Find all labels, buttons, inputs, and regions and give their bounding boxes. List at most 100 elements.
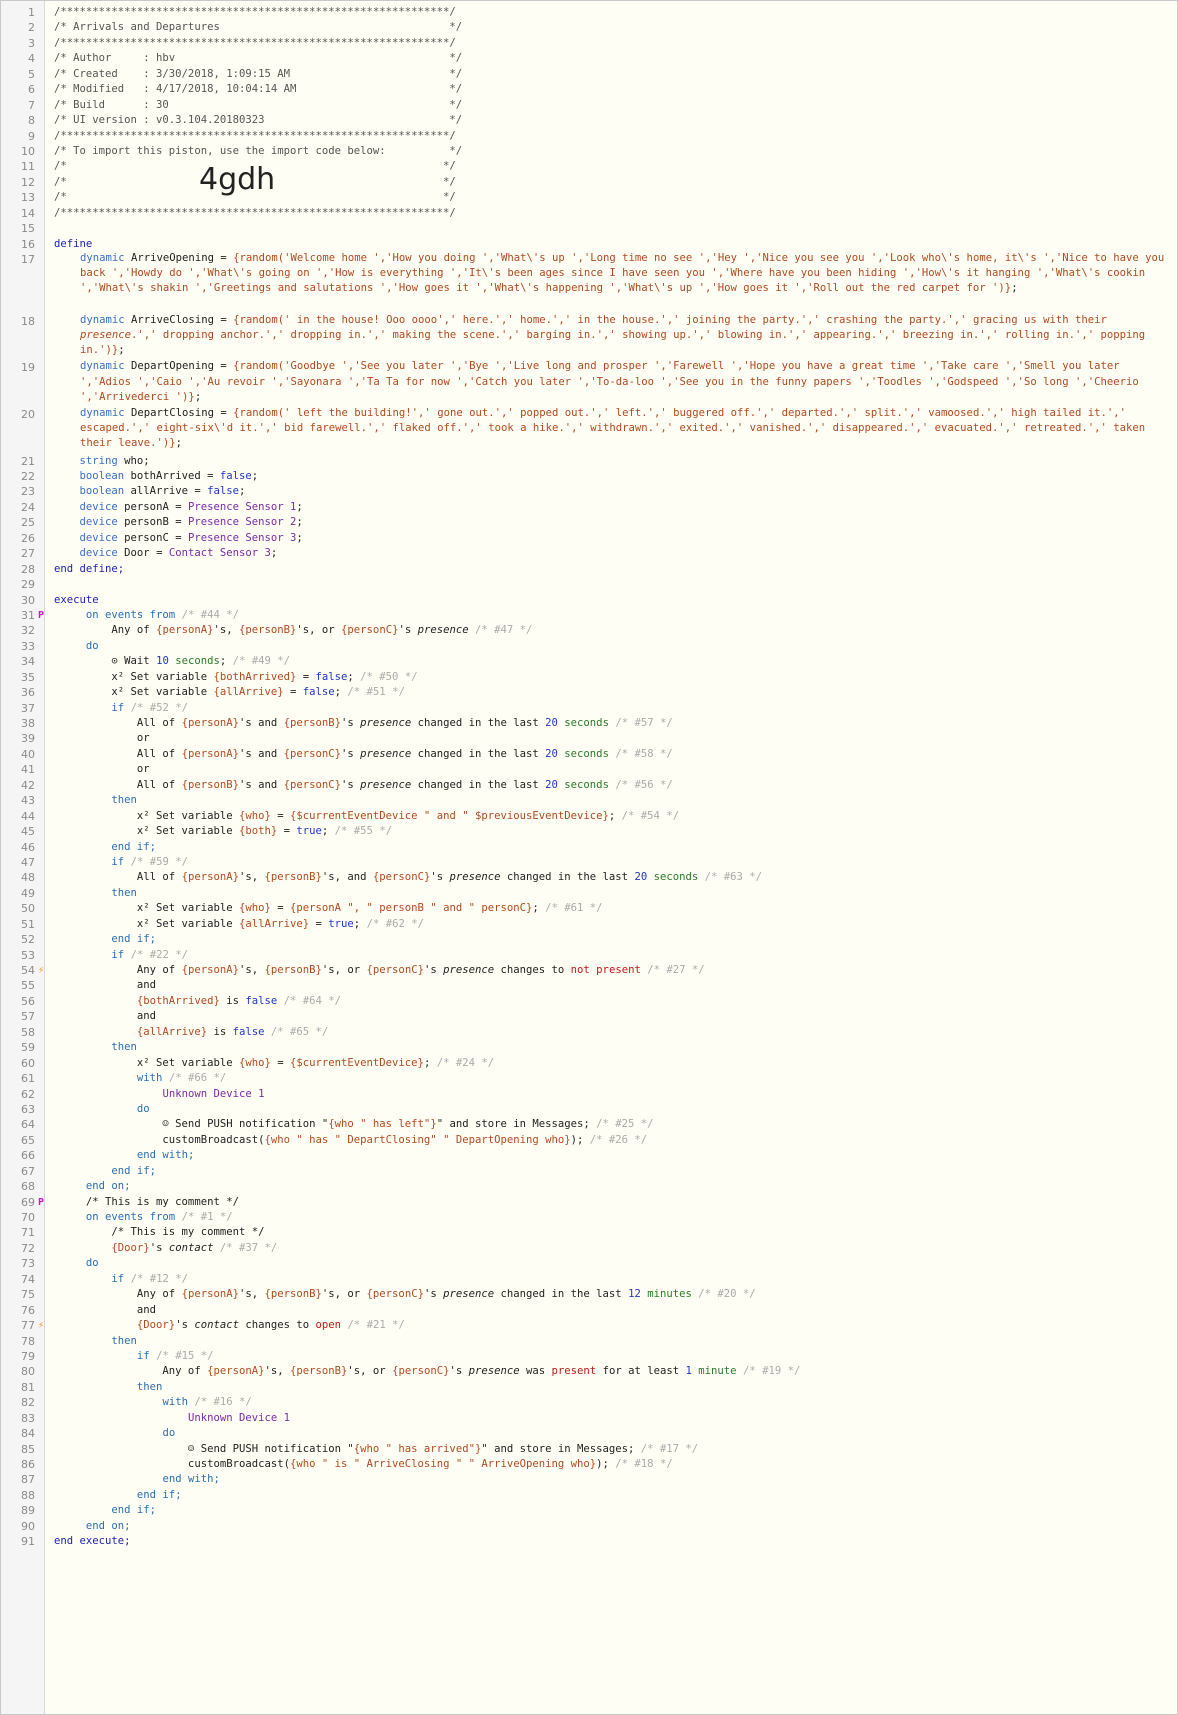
code-line: 66 end with; (1, 1147, 1177, 1162)
line-number: 76 (21, 1303, 35, 1317)
code-line: 23 boolean allArrive = false; (1, 483, 1177, 498)
code-text: end execute; (54, 1535, 131, 1548)
line-number: 47 (21, 855, 35, 869)
line-number: 69 (21, 1195, 35, 1209)
code-line: 77 ⚡ {Door}'s contact changes to open /* … (1, 1317, 1177, 1332)
code-text: do (85, 639, 99, 652)
code-text: All of {personB}'s and {personC}'s prese… (54, 778, 673, 791)
line-number: 11 (21, 160, 35, 174)
trigger-marker-icon: ⚡ (38, 965, 45, 977)
code-text: and (54, 1303, 157, 1316)
code-line: 71 /* This is my comment */ (1, 1224, 1177, 1239)
code-text: string who; (79, 454, 150, 467)
line-number: 10 (21, 144, 35, 158)
code-text: do (136, 1102, 150, 1115)
line-number: 43 (21, 794, 35, 808)
line-number: 77 (21, 1319, 35, 1333)
code-text: if /* #52 */ (111, 701, 188, 714)
code-text: /***************************************… (54, 206, 456, 219)
code-line: 40 All of {personA}'s and {personC}'s pr… (1, 746, 1177, 761)
code-line: 45 x² Set variable {both} = true; /* #55… (1, 823, 1177, 838)
line-number: 27 (21, 547, 35, 561)
code-text: end if; (136, 1488, 182, 1501)
code-text: and (54, 1010, 157, 1023)
code-text: on events from /* #44 */ (85, 608, 239, 621)
code-text: {Door}'s contact changes to open /* #21 … (136, 1319, 405, 1332)
subscription-marker-icon: P (38, 1196, 45, 1208)
code-text: or (54, 732, 150, 745)
code-line: 89 end if; (1, 1502, 1177, 1517)
line-number: 68 (21, 1180, 35, 1194)
code-line: 86 customBroadcast({who " is " ArriveClo… (1, 1456, 1177, 1471)
code-text: or (54, 763, 150, 776)
line-number: 44 (21, 809, 35, 823)
code-line: 43 then (1, 792, 1177, 807)
code-text: {bothArrived} is false /* #64 */ (136, 994, 342, 1007)
code-line: 46 end if; (1, 839, 1177, 854)
line-number: 41 (21, 763, 35, 777)
code-line: 37 if /* #52 */ (1, 700, 1177, 715)
code-line: 59 then (1, 1039, 1177, 1054)
code-line: 48 All of {personA}'s, {personB}'s, and … (1, 869, 1177, 884)
code-line: 24 device personA = Presence Sensor 1; (1, 499, 1177, 514)
subscription-marker-icon: P (38, 609, 45, 621)
code-line: 69 P /* This is my comment */ (1, 1194, 1177, 1209)
line-number: 85 (21, 1442, 35, 1456)
code-text: dynamic ArriveClosing = {random(' in the… (80, 313, 1146, 357)
line-number: 32 (21, 624, 35, 638)
code-text: Unknown Device 1 (187, 1411, 290, 1424)
code-line: 73 do (1, 1255, 1177, 1270)
line-number: 29 (21, 578, 35, 592)
line-number: 70 (21, 1211, 35, 1225)
line-number: 73 (21, 1257, 35, 1271)
code-text: x² Set variable {who} = {$currentEventDe… (54, 809, 680, 822)
line-number: 37 (21, 701, 35, 715)
line-number: 31 (21, 608, 35, 622)
line-number: 72 (21, 1241, 35, 1255)
line-number: 7 (28, 98, 35, 112)
code-line: 14 /*************************************… (1, 205, 1177, 220)
line-number: 18 (21, 314, 35, 328)
line-number: 3 (28, 36, 35, 50)
line-number: 1 (28, 6, 35, 19)
code-text: then (111, 1041, 137, 1054)
line-number: 38 (21, 717, 35, 731)
line-number: 88 (21, 1488, 35, 1502)
code-text: /***************************************… (54, 36, 456, 49)
code-line: 47 if /* #59 */ (1, 854, 1177, 869)
code-line: 11/* */ (1, 158, 1177, 173)
code-text: Any of {personA}'s, {personB}'s, or {per… (54, 964, 705, 977)
code-line: 57 and (1, 1008, 1177, 1023)
code-text: x² Set variable {allArrive} = false; /* … (54, 686, 405, 699)
code-text: x² Set variable {who} = {personA ", " pe… (54, 902, 603, 915)
code-text: dynamic DepartClosing = {random(' left t… (80, 406, 1146, 450)
line-number: 81 (21, 1380, 35, 1394)
code-text: /* This is my comment */ (54, 1195, 239, 1208)
line-number: 65 (21, 1133, 35, 1147)
code-line: 72 {Door}'s contact /* #37 */ (1, 1240, 1177, 1255)
line-number: 46 (21, 840, 35, 854)
code-line: 10 /* To import this piston, use the impo… (1, 143, 1177, 158)
line-number: 40 (21, 747, 35, 761)
line-number: 74 (21, 1272, 35, 1286)
code-text: if /* #59 */ (111, 855, 188, 868)
line-number: 50 (21, 902, 35, 916)
code-text: Any of {personA}'s, {personB}'s, or {per… (54, 1288, 756, 1301)
code-text: All of {personA}'s and {personB}'s prese… (54, 717, 673, 730)
code-line: 79 if /* #15 */ (1, 1348, 1177, 1363)
code-line: 33 do (1, 638, 1177, 653)
code-line: 28 end define; (1, 561, 1177, 576)
code-text: end if; (111, 1504, 157, 1517)
code-line: 6 /* Modified : 4/17/2018, 10:04:14 AM */ (1, 81, 1177, 96)
code-text: Any of {personA}'s, {personB}'s, or {per… (54, 624, 533, 637)
code-line: 64 ☺ Send PUSH notification "{who " has … (1, 1116, 1177, 1131)
code-line: 15 (1, 220, 1177, 235)
code-text: then (111, 794, 137, 807)
code-text: {Door}'s contact /* #37 */ (111, 1241, 278, 1254)
line-number: 84 (21, 1427, 35, 1441)
code-text: x² Set variable {who} = {$currentEventDe… (54, 1056, 495, 1069)
code-text: device personC = Presence Sensor 3; (79, 531, 303, 544)
code-text: customBroadcast({who " has " DepartClosi… (54, 1133, 648, 1146)
code-text: do (162, 1427, 176, 1440)
line-number: 12 (21, 175, 35, 189)
